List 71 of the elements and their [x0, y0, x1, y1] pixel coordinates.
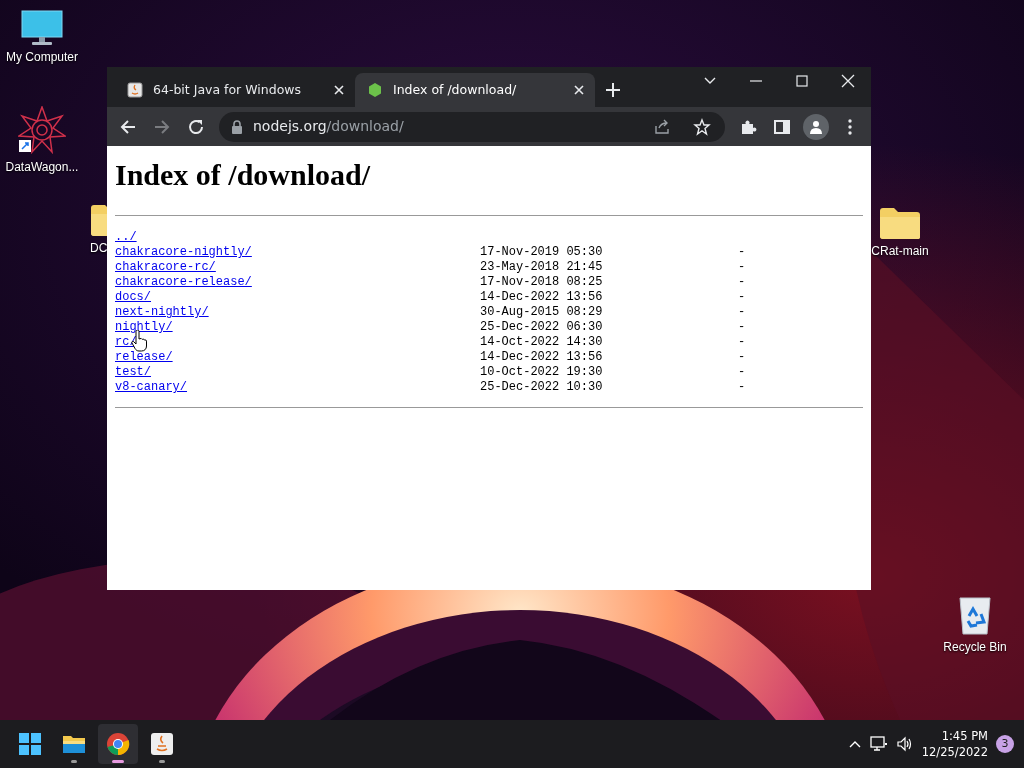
- directory-link[interactable]: chakracore-nightly/: [115, 245, 252, 259]
- star-icon: [693, 117, 711, 136]
- maximize-icon: [795, 74, 809, 88]
- size-text: -: [738, 380, 746, 395]
- share-icon: [653, 117, 671, 136]
- date-text: 17-Nov-2018 08:25: [480, 275, 604, 290]
- chrome-icon: [106, 732, 130, 756]
- taskbar-app[interactable]: [98, 724, 138, 764]
- person-icon: [809, 119, 823, 134]
- lock-icon: [231, 119, 243, 134]
- java-icon: [150, 732, 174, 756]
- java-icon: [127, 82, 143, 98]
- date-text: 23-May-2018 21:45: [480, 260, 604, 275]
- back-arrow-icon: [119, 117, 137, 136]
- url-text: nodejs.org/download/: [253, 117, 404, 136]
- size-text: -: [738, 305, 746, 320]
- icon-label: CRat-main: [871, 244, 929, 258]
- size-text: -: [738, 290, 746, 305]
- icon-label: Recycle Bin: [943, 640, 1007, 654]
- notification-badge[interactable]: 3: [996, 735, 1014, 753]
- date-text: 10-Oct-2022 19:30: [480, 365, 604, 380]
- page-heading: Index of /download/: [115, 157, 372, 193]
- icon-label: DataWagon...: [5, 160, 79, 174]
- network-icon[interactable]: [869, 735, 888, 753]
- directory-link[interactable]: ../: [115, 230, 137, 244]
- directory-link[interactable]: chakracore-release/: [115, 275, 252, 289]
- size-text: -: [738, 245, 746, 260]
- date-text: 30-Aug-2015 08:29: [480, 305, 604, 320]
- browser-tab[interactable]: Index of /download/: [355, 73, 595, 107]
- directory-link[interactable]: rc/: [115, 335, 137, 349]
- directory-link[interactable]: test/: [115, 365, 151, 379]
- forward-arrow-icon: [153, 117, 171, 136]
- directory-link[interactable]: docs/: [115, 290, 151, 304]
- date-text: 17-Nov-2019 05:30: [480, 245, 604, 260]
- monitor-icon[interactable]: [21, 10, 63, 46]
- directory-link[interactable]: next-nightly/: [115, 305, 209, 319]
- icon-label: DC: [90, 241, 108, 255]
- clock[interactable]: 1:45 PM 12/25/2022: [921, 728, 988, 760]
- folder-icon[interactable]: [90, 203, 107, 237]
- icon-label: My Computer: [6, 50, 78, 64]
- size-text: -: [738, 260, 746, 275]
- close-icon[interactable]: [333, 84, 345, 96]
- directory-link[interactable]: v8-canary/: [115, 380, 187, 394]
- browser-tab[interactable]: 64-bit Java for Windows: [115, 73, 355, 107]
- side-panel-icon: [773, 117, 791, 136]
- date-text: 14-Oct-2022 14:30: [480, 335, 604, 350]
- speaker-icon[interactable]: [895, 735, 914, 753]
- more-vertical-icon: [848, 118, 852, 135]
- reload-icon: [187, 117, 205, 136]
- directory-link[interactable]: chakracore-rc/: [115, 260, 216, 274]
- address-bar[interactable]: nodejs.org/download/: [219, 111, 725, 142]
- date-text: 25-Dec-2022 06:30: [480, 320, 604, 335]
- recycle-bin-icon[interactable]: [957, 594, 993, 636]
- windows-logo-icon: [18, 732, 42, 756]
- hexagon-icon: [367, 82, 383, 98]
- size-text: -: [738, 320, 746, 335]
- date-text: 25-Dec-2022 10:30: [480, 380, 604, 395]
- date-text: 14-Dec-2022 13:56: [480, 290, 604, 305]
- profile-button[interactable]: [803, 113, 829, 140]
- size-text: -: [738, 365, 746, 380]
- size-text: -: [738, 275, 746, 290]
- size-text: -: [738, 335, 746, 350]
- star-emblem-icon[interactable]: [18, 106, 66, 156]
- directory-link[interactable]: nightly/: [115, 320, 173, 334]
- date-text: 14-Dec-2022 13:56: [480, 350, 604, 365]
- folder-icon[interactable]: [879, 206, 921, 240]
- close-icon: [841, 74, 855, 88]
- size-text: -: [738, 350, 746, 365]
- directory-link[interactable]: release/: [115, 350, 173, 364]
- plus-icon: [606, 83, 620, 97]
- close-icon[interactable]: [573, 84, 585, 96]
